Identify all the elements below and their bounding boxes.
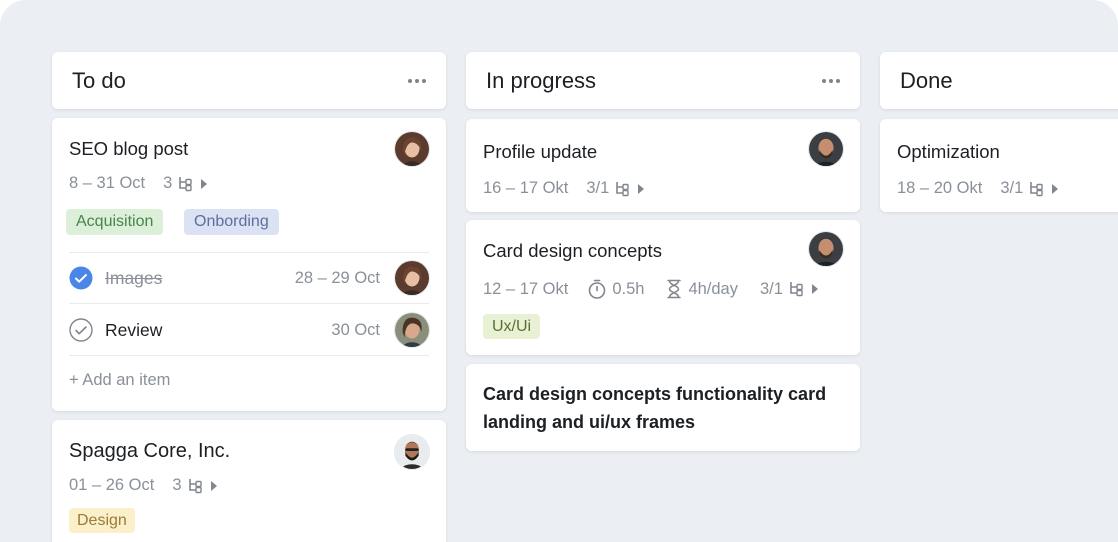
subtasks-tree-icon: [616, 181, 629, 196]
rate-value: 4h/day: [688, 279, 738, 298]
column-title: In progress: [486, 67, 597, 93]
checklist-item[interactable]: Images 28 – 29 Oct: [69, 260, 430, 296]
caret-right-icon: [1052, 183, 1059, 194]
checklist-date: 28 – 29 Oct: [294, 268, 380, 287]
stopwatch-icon: [589, 279, 606, 299]
tag-onbording[interactable]: Onbording: [184, 209, 279, 235]
column-header: In progress: [466, 52, 860, 109]
subtasks-tree-icon: [790, 282, 803, 297]
card-meta: 16 – 17 Okt 3/1: [483, 179, 645, 198]
tag-design[interactable]: Design: [69, 508, 135, 533]
card-meta: 01 – 26 Oct 3: [69, 476, 217, 495]
avatar[interactable]: [394, 434, 430, 470]
subtasks-toggle[interactable]: 3/1: [586, 179, 645, 198]
column-todo: To do SEO blog post 8 – 31 Oct 3 Acquisi…: [52, 52, 446, 542]
avatar[interactable]: [394, 260, 430, 296]
more-horizontal-icon[interactable]: [814, 73, 848, 89]
checklist-label: Images: [105, 267, 163, 288]
subtask-count: 3/1: [1000, 179, 1024, 197]
column-header: To do: [52, 52, 446, 109]
card-title: Card design concepts: [483, 240, 662, 261]
task-card[interactable]: Spagga Core, Inc. 01 – 26 Oct 3 Design: [52, 420, 446, 542]
card-title: Optimization: [897, 141, 1000, 162]
more-horizontal-icon[interactable]: [400, 73, 434, 89]
task-card[interactable]: Card design concepts functionality card …: [466, 364, 860, 451]
caret-right-icon: [201, 178, 208, 189]
card-title: Spagga Core, Inc.: [69, 440, 231, 462]
column-header: Done: [880, 52, 1118, 109]
daily-rate: 4h/day: [666, 279, 738, 299]
card-date: 16 – 17 Okt: [483, 179, 569, 197]
column-title: Done: [900, 67, 953, 93]
card-title: Profile update: [483, 141, 598, 162]
checklist-label: Review: [105, 319, 163, 340]
task-card[interactable]: Optimization 18 – 20 Okt 3/1: [880, 119, 1118, 212]
column-in-progress: In progress Profile update 16 – 17 Okt 3…: [466, 52, 860, 451]
subtask-count: 3: [172, 476, 182, 494]
task-card[interactable]: Profile update 16 – 17 Okt 3/1: [466, 119, 860, 212]
avatar[interactable]: [808, 131, 844, 167]
subtasks-tree-icon: [1030, 181, 1043, 196]
add-item-button[interactable]: + Add an item: [69, 371, 170, 390]
avatar[interactable]: [394, 131, 430, 167]
card-title: Card design concepts functionality card …: [483, 384, 827, 432]
checklist-date: 30 Oct: [331, 320, 380, 339]
caret-right-icon: [210, 480, 217, 491]
card-title: SEO blog post: [69, 138, 189, 159]
card-meta: 18 – 20 Okt 3/1: [897, 179, 1059, 198]
card-date: 18 – 20 Okt: [897, 179, 983, 197]
card-date: 01 – 26 Oct: [69, 476, 155, 494]
subtasks-tree-icon: [179, 176, 193, 191]
check-circle-filled-icon[interactable]: [69, 266, 93, 290]
time-estimate: 0.5h: [588, 279, 644, 299]
task-card[interactable]: Card design concepts 12 – 17 Okt 0.5h 4h…: [466, 220, 860, 355]
subtasks-tree-icon: [188, 478, 202, 493]
task-card[interactable]: SEO blog post 8 – 31 Oct 3 Acquisition O…: [52, 118, 446, 411]
column-title: To do: [72, 67, 126, 93]
subtasks-toggle[interactable]: 3/1: [1000, 179, 1059, 198]
column-done: Done Optimization 18 – 20 Okt 3/1: [880, 52, 1118, 212]
tag-ux-ui[interactable]: Ux/Ui: [483, 314, 541, 339]
card-meta: 8 – 31 Oct 3: [69, 174, 208, 193]
kanban-board: To do SEO blog post 8 – 31 Oct 3 Acquisi…: [0, 0, 1118, 542]
card-meta: 12 – 17 Okt 0.5h 4h/day 3/1: [483, 279, 818, 299]
card-date: 12 – 17 Okt: [483, 279, 569, 298]
tag-acquisition[interactable]: Acquisition: [66, 209, 164, 235]
hourglass-icon: [667, 279, 682, 299]
subtasks-toggle[interactable]: 3: [163, 174, 208, 193]
subtasks-toggle[interactable]: 3/1: [760, 280, 818, 299]
divider: [69, 355, 429, 356]
caret-right-icon: [638, 183, 645, 194]
caret-right-icon: [811, 284, 818, 294]
avatar[interactable]: [808, 231, 844, 267]
subtask-count: 3/1: [586, 179, 610, 197]
divider: [69, 252, 429, 253]
card-date: 8 – 31 Oct: [69, 174, 146, 192]
check-circle-outline-icon[interactable]: [69, 318, 93, 342]
divider: [69, 303, 429, 304]
subtask-count: 3: [163, 174, 173, 192]
time-value: 0.5h: [612, 279, 645, 298]
subtasks-toggle[interactable]: 3: [172, 476, 217, 495]
avatar[interactable]: [394, 312, 430, 348]
subtask-count: 3/1: [759, 279, 783, 298]
checklist-item[interactable]: Review 30 Oct: [69, 312, 430, 348]
